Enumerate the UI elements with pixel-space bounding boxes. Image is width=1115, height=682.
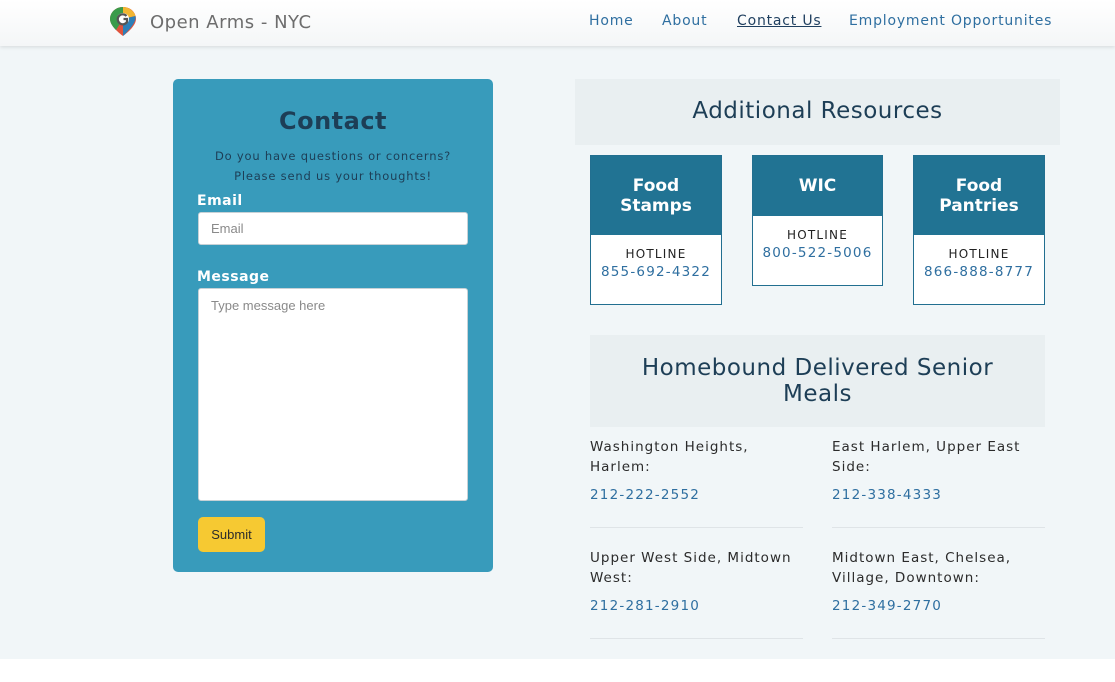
nav-link-home[interactable]: Home bbox=[589, 13, 634, 29]
meal-contact-item: Upper West Side, Midtown West: 212-281-2… bbox=[590, 548, 803, 639]
meal-contact-item: Midtown East, Chelsea, Village, Downtown… bbox=[832, 548, 1045, 639]
additional-resources-title: Additional Resources bbox=[692, 98, 943, 124]
email-field[interactable] bbox=[198, 212, 468, 245]
location-pin-logo-icon[interactable] bbox=[108, 5, 138, 37]
hotline-phone-link[interactable]: 855-692-4322 bbox=[591, 264, 721, 280]
meal-phone-link[interactable]: 212-281-2910 bbox=[590, 598, 700, 614]
hotline-phone-link[interactable]: 800-522-5006 bbox=[753, 245, 882, 261]
meal-contact-item: Washington Heights, Harlem: 212-222-2552 bbox=[590, 437, 803, 528]
divider bbox=[590, 527, 803, 528]
message-textarea[interactable] bbox=[198, 288, 468, 501]
message-label: Message bbox=[197, 269, 270, 285]
hotline-label: HOTLINE bbox=[625, 247, 687, 261]
resource-card-food-pantries: Food Pantries HOTLINE 866-888-8777 bbox=[913, 155, 1045, 305]
hotline-phone-link[interactable]: 866-888-8777 bbox=[914, 264, 1044, 280]
divider bbox=[590, 638, 803, 639]
nav-link-contact-us[interactable]: Contact Us bbox=[737, 13, 821, 29]
meal-area-label: Washington Heights, Harlem: bbox=[590, 439, 749, 475]
meal-phone-link[interactable]: 212-349-2770 bbox=[832, 598, 942, 614]
divider bbox=[832, 527, 1045, 528]
nav-link-employment[interactable]: Employment Opportunites bbox=[849, 13, 1052, 29]
resource-card-heading: Food Stamps bbox=[591, 156, 721, 235]
email-label: Email bbox=[197, 193, 243, 209]
resource-name-line2: Stamps bbox=[620, 195, 692, 216]
meal-area-label: Midtown East, Chelsea, Village, Downtown… bbox=[832, 550, 1012, 586]
brand-title[interactable]: Open Arms - NYC bbox=[150, 12, 312, 33]
brand-name: Open Arms bbox=[150, 12, 255, 33]
resource-name-line1: Food bbox=[955, 175, 1003, 196]
meal-phone-link[interactable]: 212-222-2552 bbox=[590, 487, 700, 503]
meal-phone-link[interactable]: 212-338-4333 bbox=[832, 487, 942, 503]
divider bbox=[832, 638, 1045, 639]
resource-name-line1: Food bbox=[632, 175, 680, 196]
meal-area-label: Upper West Side, Midtown West: bbox=[590, 550, 792, 586]
hotline-label: HOTLINE bbox=[787, 228, 848, 242]
homebound-meals-header: Homebound Delivered Senior Meals bbox=[590, 335, 1045, 427]
meal-contact-item: East Harlem, Upper East Side: 212-338-43… bbox=[832, 437, 1045, 528]
brand-city: NYC bbox=[274, 12, 312, 33]
contact-subtitle-line2: Please send us your thoughts! bbox=[234, 169, 432, 183]
resource-card-body: HOTLINE 855-692-4322 bbox=[591, 247, 721, 280]
resource-name-line2: Pantries bbox=[939, 195, 1019, 216]
resource-card-heading: WIC bbox=[753, 156, 882, 216]
resource-card-heading: Food Pantries bbox=[914, 156, 1044, 235]
resource-card-body: HOTLINE 800-522-5006 bbox=[753, 228, 882, 261]
resource-name-line1: WIC bbox=[798, 176, 837, 196]
resource-card-wic: WIC HOTLINE 800-522-5006 bbox=[752, 155, 883, 286]
contact-subtitle-line1: Do you have questions or concerns? bbox=[214, 149, 452, 163]
contact-title: Contact bbox=[278, 107, 388, 135]
additional-resources-header: Additional Resources bbox=[575, 79, 1060, 145]
top-navbar: Open Arms - NYC Home About Contact Us Em… bbox=[0, 0, 1115, 46]
hotline-label: HOTLINE bbox=[948, 247, 1010, 261]
contact-form-card: Contact Do you have questions or concern… bbox=[173, 79, 493, 572]
brand-separator: - bbox=[254, 12, 275, 33]
homebound-meals-title: Homebound Delivered Senior Meals bbox=[641, 355, 994, 407]
resource-card-body: HOTLINE 866-888-8777 bbox=[914, 247, 1044, 280]
meal-area-label: East Harlem, Upper East Side: bbox=[832, 439, 1021, 475]
nav-link-about[interactable]: About bbox=[662, 13, 707, 29]
resource-card-food-stamps: Food Stamps HOTLINE 855-692-4322 bbox=[590, 155, 722, 305]
submit-button[interactable]: Submit bbox=[198, 517, 265, 552]
